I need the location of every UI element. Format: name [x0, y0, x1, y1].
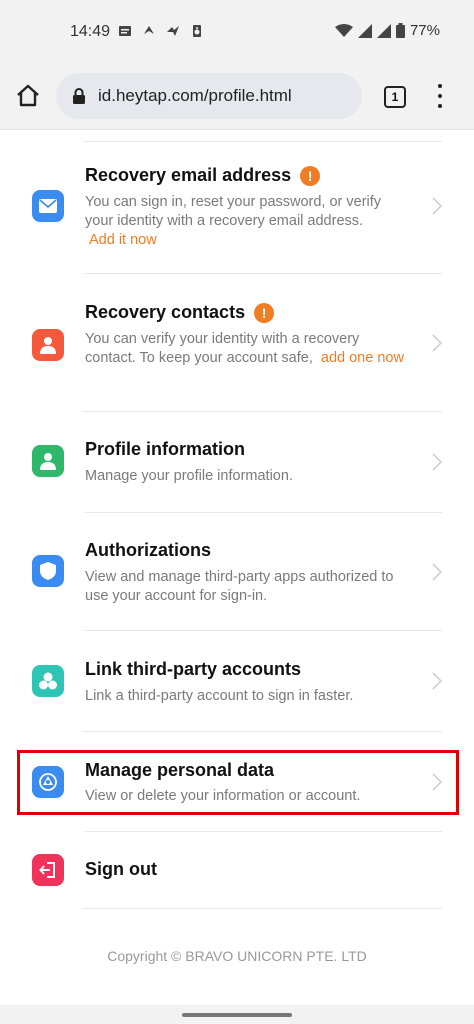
highlight-box: [17, 750, 459, 815]
address-bar[interactable]: id.heytap.com/profile.html: [56, 73, 362, 119]
item-description: You can verify your identity with a reco…: [85, 331, 404, 366]
signal-icon-2: [376, 23, 391, 38]
item-description: View and manage third-party apps authori…: [85, 569, 394, 604]
lock-icon: [73, 88, 85, 104]
chevron-right-icon: [432, 197, 442, 215]
divider: [84, 273, 442, 274]
divider: [84, 831, 442, 832]
divider: [84, 908, 442, 909]
contact-icon: [32, 329, 64, 361]
chevron-right-icon: [432, 563, 442, 581]
warning-icon: !: [254, 302, 275, 323]
item-title: Sign out: [85, 859, 157, 879]
app-notification-icon: [144, 26, 154, 34]
item-title: Link third-party accounts: [85, 659, 302, 679]
chevron-right-icon: [432, 672, 442, 690]
tab-switcher-button[interactable]: 1: [384, 86, 406, 108]
sign-out-icon: [32, 854, 64, 886]
add-one-now-link[interactable]: add one now: [321, 350, 404, 366]
home-icon[interactable]: [14, 82, 42, 110]
url-text: id.heytap.com/profile.html: [98, 86, 292, 105]
item-title: Recovery email address !: [85, 165, 321, 186]
browser-toolbar: id.heytap.com/profile.html 1: [0, 60, 474, 130]
wifi-icon: [334, 23, 353, 37]
divider: [84, 141, 442, 142]
battery-icon: [395, 23, 405, 38]
link-accounts-icon: [32, 665, 64, 697]
chevron-right-icon: [432, 334, 442, 352]
system-status: 77%: [334, 22, 440, 39]
item-title: Authorizations: [85, 540, 211, 560]
message-icon: [119, 26, 131, 36]
status-bar: 14:49 77%: [0, 0, 474, 60]
more-options-icon[interactable]: [436, 84, 444, 108]
person-icon: [32, 445, 64, 477]
divider: [84, 512, 442, 513]
signal-icon: [357, 23, 372, 38]
status-time: 14:49: [70, 23, 111, 40]
email-icon: [32, 190, 64, 222]
chevron-right-icon: [432, 453, 442, 471]
item-title: Profile information: [85, 439, 246, 459]
divider: [84, 630, 442, 631]
divider: [84, 411, 442, 412]
app-notification-icon-2: [167, 26, 179, 36]
gesture-navigation-bar[interactable]: [0, 1005, 474, 1024]
warning-icon: !: [300, 165, 321, 186]
item-description: Link a third-party account to sign in fa…: [85, 688, 354, 704]
item-description: Manage your profile information.: [85, 468, 293, 484]
copyright-text: Copyright © BRAVO UNICORN PTE. LTD: [107, 948, 367, 964]
battery-percent: 77%: [409, 22, 440, 39]
add-it-now-link[interactable]: Add it now: [89, 232, 157, 248]
notification-icons: [118, 24, 204, 38]
item-title: Recovery contacts !: [85, 302, 275, 323]
shield-icon: [32, 555, 64, 587]
item-description: You can sign in, reset your password, or…: [85, 194, 382, 248]
divider: [84, 731, 442, 732]
speaker-icon: [193, 25, 201, 37]
